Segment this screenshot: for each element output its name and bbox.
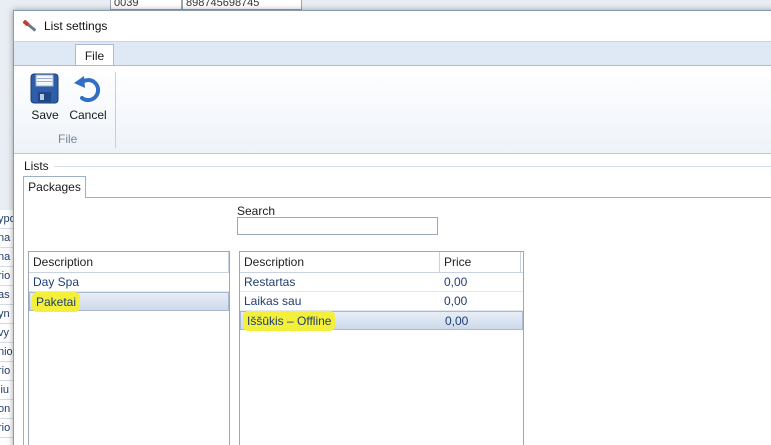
column-header-price[interactable]: Price (440, 252, 521, 272)
packages-grid: Description Day Spa Paketai (28, 251, 230, 445)
highlight-mark: Iššūkis – Offline (245, 313, 334, 329)
background-cell: 0039 (110, 0, 182, 10)
table-row[interactable]: Restartas 0,00 (240, 273, 523, 292)
background-row: na (0, 248, 13, 267)
grid-header: Description (29, 252, 229, 273)
background-row: vy (0, 324, 13, 343)
cancel-button[interactable]: Cancel (68, 72, 108, 122)
cell-description: Restartas (244, 275, 296, 289)
background-row: ypo (0, 210, 13, 229)
highlight-mark: Paketai (34, 294, 79, 310)
cell-price: 0,00 (445, 314, 469, 328)
cell-description: Iššūkis – Offline (241, 312, 441, 329)
tab-file[interactable]: File (75, 44, 114, 67)
search-label: Search (237, 204, 276, 218)
lists-section: Lists Packages Search Description Day Sp… (14, 155, 771, 445)
background-row: as (0, 286, 13, 305)
cell-description: Paketai (30, 293, 79, 310)
cancel-label: Cancel (69, 108, 107, 122)
background-cell: 898745698745 (182, 0, 302, 10)
floppy-disk-icon (25, 72, 65, 106)
column-header-description[interactable]: Description (240, 252, 440, 272)
tab-packages[interactable]: Packages (23, 176, 86, 198)
save-label: Save (31, 108, 59, 122)
table-row[interactable]: Day Spa (29, 273, 229, 292)
ribbon-separator (115, 72, 116, 148)
cell-description: Day Spa (33, 275, 80, 289)
dialog-title: List settings (44, 19, 108, 33)
column-header-description[interactable]: Description (29, 252, 229, 272)
background-row: liu (0, 381, 13, 400)
lists-label: Lists (24, 159, 49, 173)
cell-price: 0,00 (444, 275, 468, 289)
package-items-grid: Description Price Restartas 0,00 Laikas … (239, 251, 524, 445)
cell-description: Laikas sau (244, 294, 302, 308)
background-left-list: ypo na na rio as yn vy nio rio liu on ri… (0, 210, 14, 445)
table-row[interactable]: Laikas sau 0,00 (240, 292, 523, 311)
background-row: rio (0, 362, 13, 381)
background-row: on (0, 400, 13, 419)
ribbon-group-label: File (58, 132, 78, 146)
dialog-titlebar[interactable]: List settings (14, 11, 771, 41)
save-button[interactable]: Save (25, 72, 65, 122)
undo-arrow-icon (68, 72, 108, 106)
cell-price: 0,00 (444, 294, 468, 308)
background-row: rio (0, 267, 13, 286)
background-row: nio (0, 343, 13, 362)
table-row-selected[interactable]: Paketai (29, 292, 229, 311)
grid-header: Description Price (240, 252, 523, 273)
table-row-selected[interactable]: Iššūkis – Offline 0,00 (240, 311, 523, 330)
background-top-cells: 0039 898745698745 (110, 0, 302, 10)
background-row: na (0, 229, 13, 248)
background-row: yn (0, 305, 13, 324)
background-row: rio (0, 419, 13, 438)
search-input[interactable] (237, 217, 438, 235)
ribbon-tab-strip: File (14, 41, 771, 67)
list-settings-dialog: List settings File Save Cancel File List… (13, 10, 771, 445)
ribbon-body: Save Cancel File (14, 65, 771, 154)
tools-icon (22, 18, 38, 34)
lists-divider (54, 166, 771, 167)
